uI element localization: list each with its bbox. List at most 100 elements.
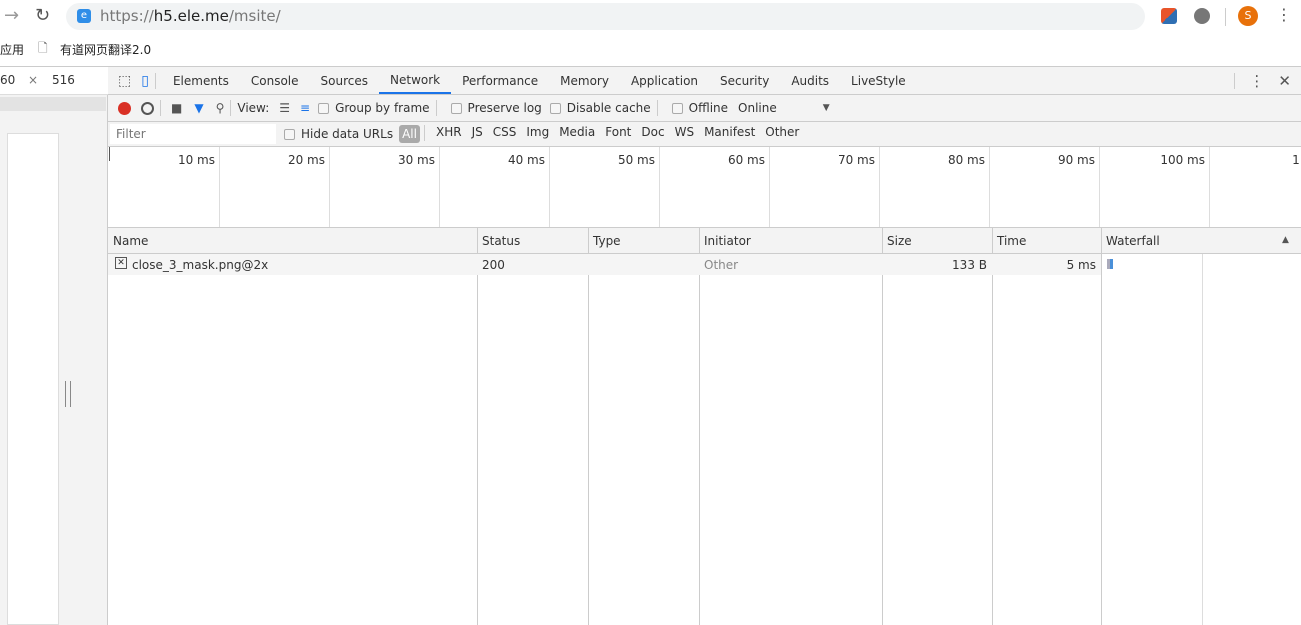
- column-divider[interactable]: [1101, 228, 1102, 625]
- device-viewport: [7, 133, 59, 625]
- filter-input[interactable]: [110, 124, 276, 144]
- filter-type-js[interactable]: JS: [467, 125, 488, 143]
- timeline-overview[interactable]: 10 ms 20 ms 30 ms 40 ms 50 ms 60 ms 70 ms 80 ms…: [108, 147, 1301, 228]
- clear-icon[interactable]: [141, 101, 154, 115]
- search-icon[interactable]: ⚲: [216, 101, 225, 115]
- waterfall-bar[interactable]: [1107, 259, 1113, 269]
- filter-type-doc[interactable]: Doc: [636, 125, 669, 143]
- disable-cache-checkbox[interactable]: [549, 102, 561, 114]
- group-by-frame-checkbox[interactable]: [318, 102, 330, 114]
- close-icon[interactable]: ✕: [1278, 72, 1291, 90]
- tab-application[interactable]: Application: [620, 67, 709, 94]
- timeline-gridline: [879, 147, 880, 227]
- column-header-initiator[interactable]: Initiator: [704, 234, 751, 248]
- column-divider[interactable]: [477, 228, 478, 625]
- device-ruler: [0, 97, 106, 111]
- offline-label: Offline: [688, 101, 729, 115]
- cell-status: 200: [482, 258, 505, 272]
- column-divider[interactable]: [588, 228, 589, 625]
- column-divider[interactable]: [882, 228, 883, 625]
- tab-elements[interactable]: Elements: [162, 67, 240, 94]
- table-row[interactable]: ✕ close_3_mask.png@2x 200 Other 133 B 5 ms: [108, 254, 1101, 275]
- hide-data-urls-checkbox[interactable]: [284, 128, 295, 140]
- timeline-gridline: [219, 147, 220, 227]
- device-height[interactable]: 516: [52, 73, 75, 87]
- filter-type-img[interactable]: Img: [521, 125, 554, 143]
- timeline-gridline: [549, 147, 550, 227]
- disable-cache-label: Disable cache: [566, 101, 651, 115]
- browser-toolbar: → ↻ e https://h5.ele.me/msite/ S ⋮: [0, 0, 1301, 33]
- device-toggle-icon[interactable]: ▯: [141, 73, 149, 89]
- tab-sources[interactable]: Sources: [310, 67, 379, 94]
- timeline-gridline: [329, 147, 330, 227]
- timeline-tick-label: 20 ms: [287, 153, 325, 167]
- device-width[interactable]: 60: [0, 73, 15, 87]
- timeline-gridline: [769, 147, 770, 227]
- filter-type-xhr[interactable]: XHR: [431, 125, 467, 143]
- chevron-down-icon[interactable]: ▼: [823, 103, 830, 113]
- more-icon[interactable]: ⋮: [1249, 72, 1264, 90]
- column-divider[interactable]: [992, 228, 993, 625]
- tab-livestyle[interactable]: LiveStyle: [840, 67, 917, 94]
- record-icon[interactable]: [118, 101, 131, 115]
- forward-icon[interactable]: →: [4, 5, 19, 26]
- device-panel: 60 × 516: [0, 67, 108, 625]
- column-header-type[interactable]: Type: [593, 234, 621, 248]
- cell-time: 5 ms: [1066, 258, 1096, 272]
- offline-checkbox[interactable]: [671, 102, 683, 114]
- tab-audits[interactable]: Audits: [780, 67, 840, 94]
- url-text[interactable]: https://h5.ele.me/msite/: [100, 7, 281, 25]
- menu-icon[interactable]: ⋮: [1276, 5, 1292, 24]
- tab-console[interactable]: Console: [240, 67, 310, 94]
- extension-icon[interactable]: [1161, 8, 1177, 24]
- divider: [1225, 8, 1226, 26]
- preserve-log-label: Preserve log: [467, 101, 542, 115]
- tab-security[interactable]: Security: [709, 67, 780, 94]
- avatar[interactable]: S: [1238, 6, 1258, 26]
- bookmark-youdao[interactable]: 有道网页翻译2.0: [60, 41, 151, 58]
- throttle-select[interactable]: Online: [738, 101, 777, 115]
- filter-type-other[interactable]: Other: [760, 125, 804, 143]
- view-label: View:: [237, 101, 270, 115]
- timeline-tick-label: 100 ms: [1160, 153, 1205, 167]
- resize-handle[interactable]: [65, 381, 71, 407]
- inspect-icon[interactable]: ⬚: [118, 73, 131, 89]
- column-header-waterfall[interactable]: Waterfall: [1106, 234, 1160, 248]
- timeline-tick-label: 50 ms: [617, 153, 655, 167]
- dimension-separator: ×: [28, 73, 39, 87]
- tab-memory[interactable]: Memory: [549, 67, 620, 94]
- extension-icon-2[interactable]: [1194, 8, 1210, 24]
- list-view-icon[interactable]: ☰: [279, 101, 290, 115]
- waterfall-view-icon[interactable]: ≡: [300, 101, 310, 115]
- cell-size: 133 B: [952, 258, 987, 272]
- page-icon: 🗋: [38, 41, 48, 55]
- filter-type-css[interactable]: CSS: [488, 125, 522, 143]
- column-header-time[interactable]: Time: [997, 234, 1026, 248]
- timeline-tick-label: 70 ms: [837, 153, 875, 167]
- site-favicon: e: [77, 9, 91, 23]
- requests-table: Name Status Type Initiator Size Time Waterfall…: [108, 228, 1301, 625]
- filter-type-media[interactable]: Media: [554, 125, 600, 143]
- filter-type-font[interactable]: Font: [600, 125, 636, 143]
- column-header-status[interactable]: Status: [482, 234, 520, 248]
- screenshot-icon[interactable]: ■: [171, 101, 182, 115]
- timeline-gridline: [989, 147, 990, 227]
- preserve-log-checkbox[interactable]: [450, 102, 462, 114]
- group-by-frame-label: Group by frame: [335, 101, 430, 115]
- timeline-gridline: [1099, 147, 1100, 227]
- filter-type-all[interactable]: All: [399, 125, 420, 143]
- column-divider[interactable]: [699, 228, 700, 625]
- bookmark-apps[interactable]: 应用: [0, 41, 24, 58]
- hide-data-urls-label: Hide data URLs: [301, 127, 394, 141]
- reload-icon[interactable]: ↻: [35, 5, 50, 26]
- filter-type-ws[interactable]: WS: [670, 125, 699, 143]
- filter-type-manifest[interactable]: Manifest: [699, 125, 760, 143]
- sort-ascending-icon[interactable]: ▲: [1282, 235, 1289, 245]
- tab-performance[interactable]: Performance: [451, 67, 549, 94]
- filter-icon[interactable]: ▼: [194, 101, 203, 115]
- timeline-tick-label: 60 ms: [727, 153, 765, 167]
- column-header-size[interactable]: Size: [887, 234, 912, 248]
- column-header-name[interactable]: Name: [113, 234, 148, 248]
- devtools-tabbar: ⬚ ▯ Elements Console Sources Network Per…: [108, 67, 1301, 95]
- tab-network[interactable]: Network: [379, 67, 452, 94]
